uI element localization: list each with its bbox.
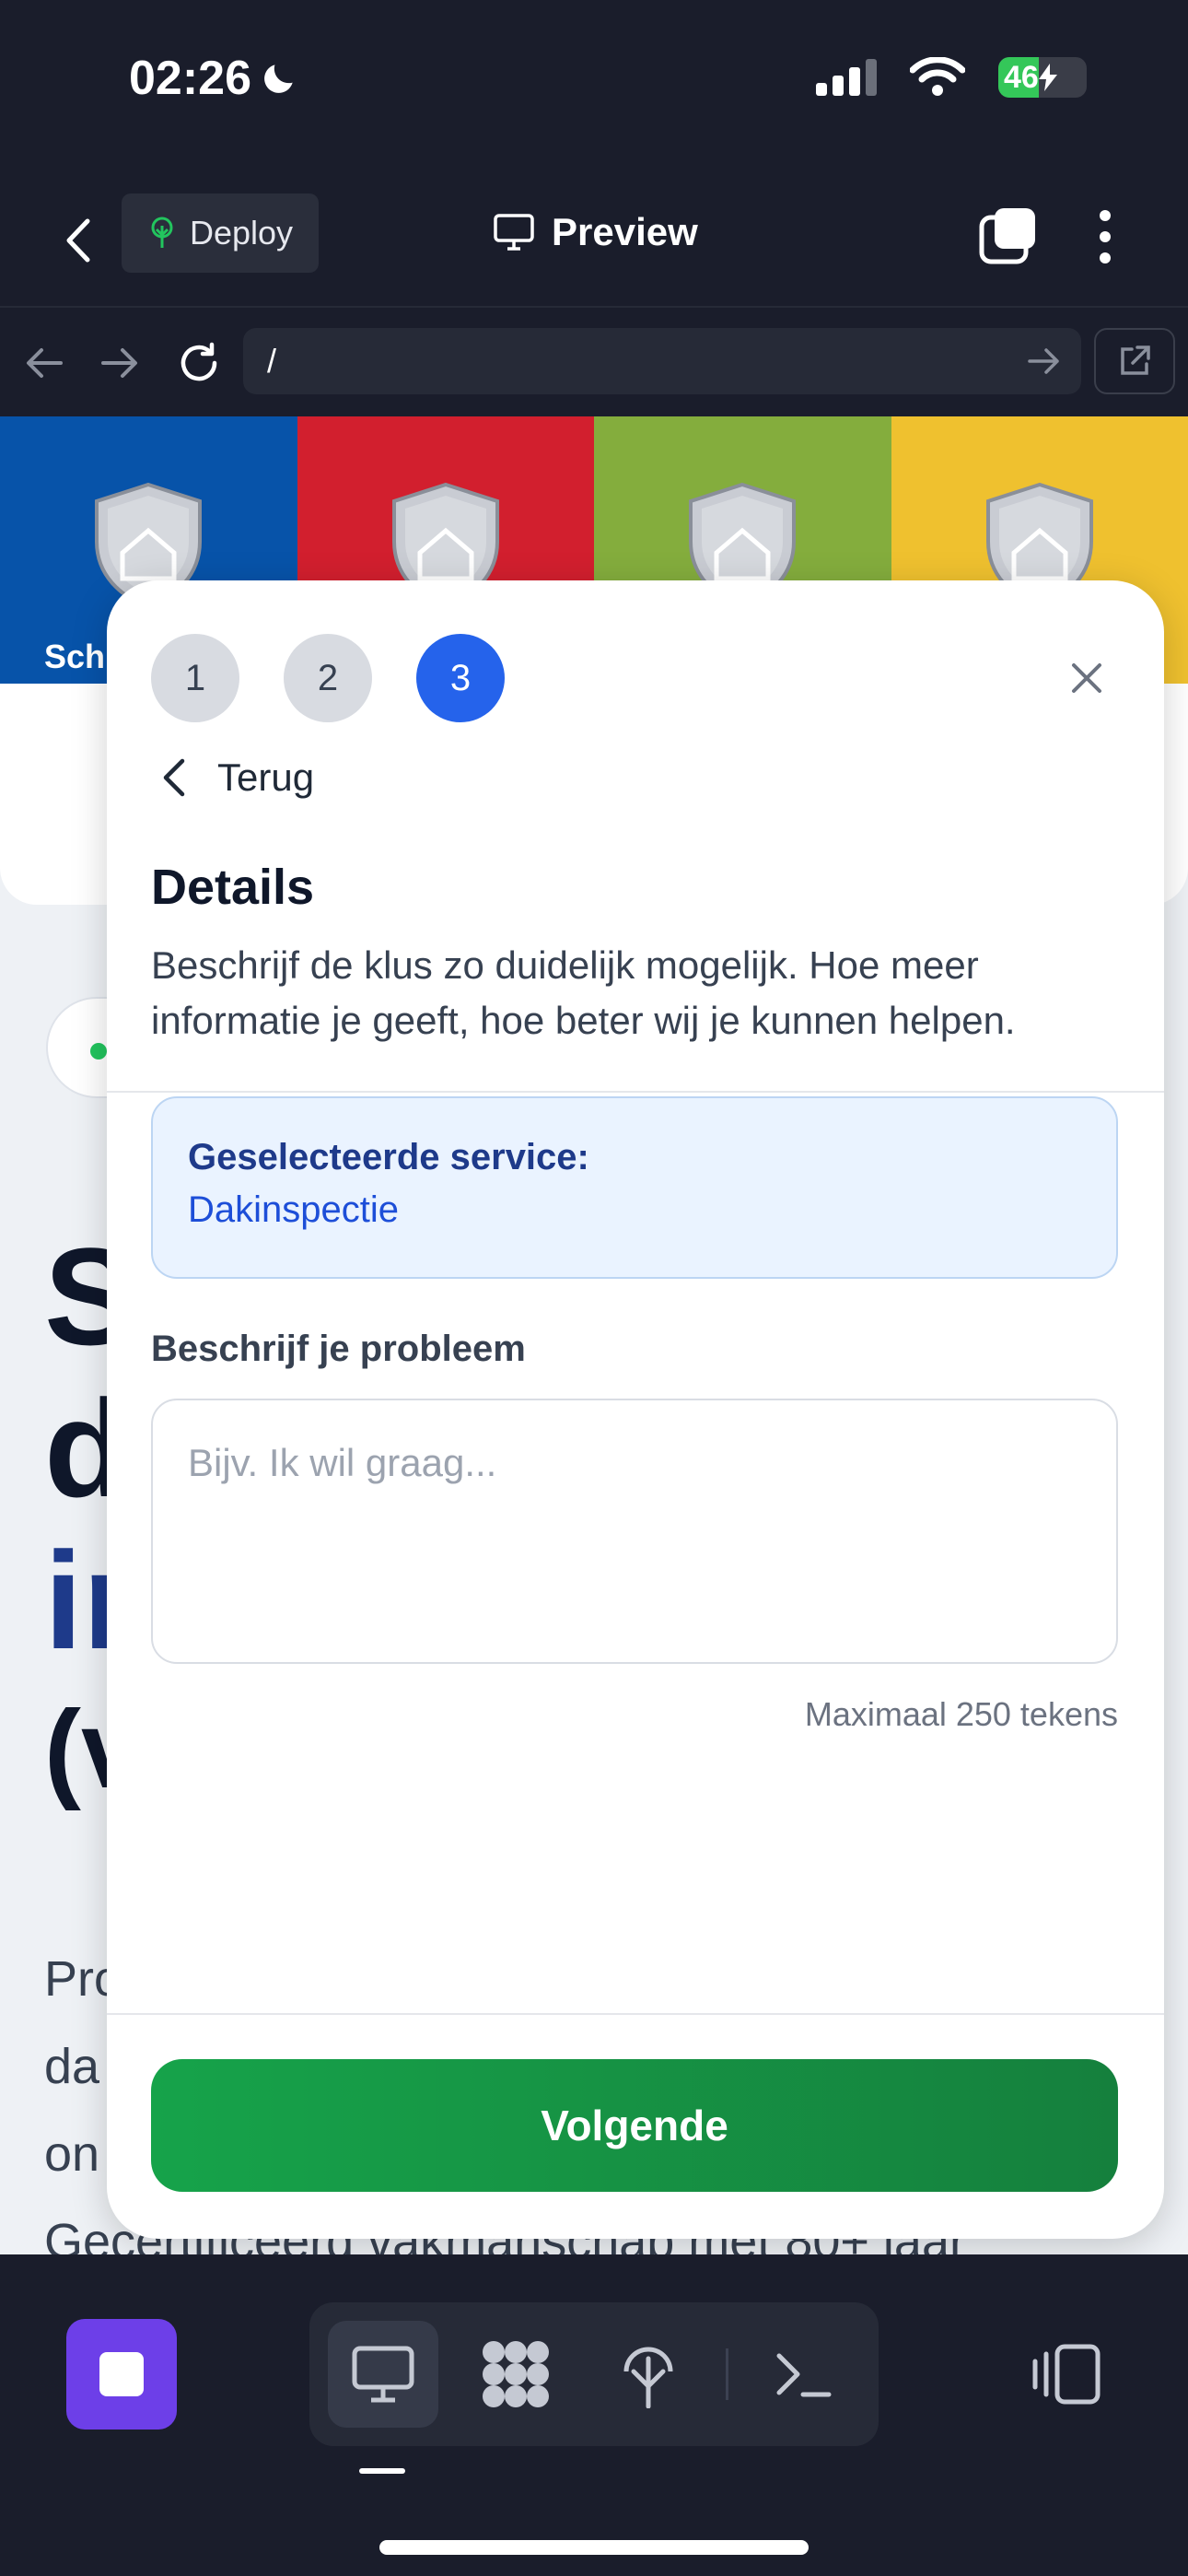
problem-label: Beschrijf je probleem [151, 1329, 526, 1369]
details-title: Details [151, 860, 315, 915]
more-dot [1100, 252, 1111, 263]
selected-service-label: Geselecteerde service: [188, 1137, 589, 1177]
more-dot [1100, 210, 1111, 221]
nodes-grid-icon [483, 2341, 549, 2407]
request-modal: 1 2 3 Terug Details Beschrijf de klus zo… [107, 580, 1164, 2239]
deploy-tree-icon [151, 217, 173, 248]
back-link[interactable]: Terug [162, 755, 314, 800]
browser-url-row: / [0, 306, 1188, 416]
brand-label: Sch [44, 638, 106, 675]
wifi-icon [910, 57, 965, 96]
step-3[interactable]: 3 [416, 634, 505, 722]
character-limit-note: Maximaal 250 tekens [804, 1695, 1118, 1733]
battery-level: 46 [1004, 59, 1039, 95]
terminal-icon [776, 2353, 832, 2397]
tabs-button[interactable] [976, 205, 1041, 269]
console-tool-button[interactable] [748, 2321, 858, 2428]
app-bar: Deploy Preview [0, 184, 1188, 304]
chevron-left-icon [163, 758, 185, 797]
status-time: 02:26 [129, 52, 251, 105]
status-indicators: 46 [816, 57, 1087, 98]
nav-forward-button[interactable] [92, 335, 147, 391]
battery-indicator: 46 [998, 57, 1087, 98]
deploy-tool-button[interactable] [593, 2321, 704, 2428]
home-indicator [379, 2540, 809, 2555]
nav-back-button[interactable] [17, 335, 72, 391]
details-description: Beschrijf de klus zo duidelijk mogelijk.… [151, 943, 1016, 1042]
moon-icon [264, 64, 293, 93]
deploy-label: Deploy [190, 214, 294, 252]
step-1[interactable]: 1 [151, 634, 239, 722]
arrow-left-icon [27, 348, 63, 378]
go-arrow-icon[interactable] [1026, 343, 1063, 380]
deploy-button[interactable]: Deploy [122, 193, 320, 273]
chevron-left-icon [66, 218, 90, 263]
divider [107, 1091, 1164, 1093]
preview-title: Preview [493, 210, 698, 254]
more-menu-button[interactable] [1087, 205, 1124, 269]
monitor-icon [494, 214, 534, 251]
tool-group [309, 2302, 879, 2446]
arrow-right-icon [101, 348, 137, 378]
stop-icon [99, 2352, 144, 2396]
selected-service-value: Dakinspectie [188, 1189, 400, 1230]
divider [107, 2013, 1164, 2015]
problem-textarea[interactable] [151, 1399, 1118, 1664]
preview-label: Preview [552, 210, 698, 253]
back-label: Terug [217, 755, 315, 799]
bottom-toolbar [0, 2254, 1188, 2576]
url-input[interactable]: / [243, 328, 1081, 394]
next-button[interactable]: Volgende [151, 2059, 1118, 2192]
close-icon[interactable] [1065, 656, 1109, 700]
step-2[interactable]: 2 [284, 634, 372, 722]
tabs-icon [979, 208, 1035, 264]
hero-paragraph-line: on [44, 2126, 100, 2182]
status-dot [90, 1043, 107, 1060]
cellular-signal-icon [816, 59, 877, 96]
stop-button[interactable] [66, 2319, 177, 2430]
reload-icon [181, 342, 217, 381]
preview-tool-button[interactable] [328, 2321, 438, 2428]
monitor-icon [352, 2346, 414, 2403]
open-external-button[interactable] [1094, 328, 1175, 394]
workflow-tool-button[interactable] [460, 2321, 571, 2428]
status-clock: 02:26 [129, 51, 299, 106]
charging-bolt-icon [1038, 64, 1057, 91]
more-dot [1100, 231, 1111, 242]
back-button[interactable] [46, 208, 111, 273]
deploy-tree-icon [623, 2347, 673, 2408]
active-tool-indicator [359, 2468, 405, 2474]
selected-service-box: Geselecteerde service: Dakinspectie [151, 1096, 1118, 1279]
external-link-icon [1121, 345, 1150, 375]
step-indicator: 1 2 3 [151, 634, 505, 722]
url-text: / [267, 342, 277, 380]
split-view-icon[interactable] [1030, 2337, 1103, 2411]
tool-separator [726, 2348, 728, 2400]
hero-paragraph-line: da [44, 2039, 100, 2094]
status-bar: 02:26 46 [0, 0, 1188, 166]
reload-button[interactable] [171, 335, 227, 391]
